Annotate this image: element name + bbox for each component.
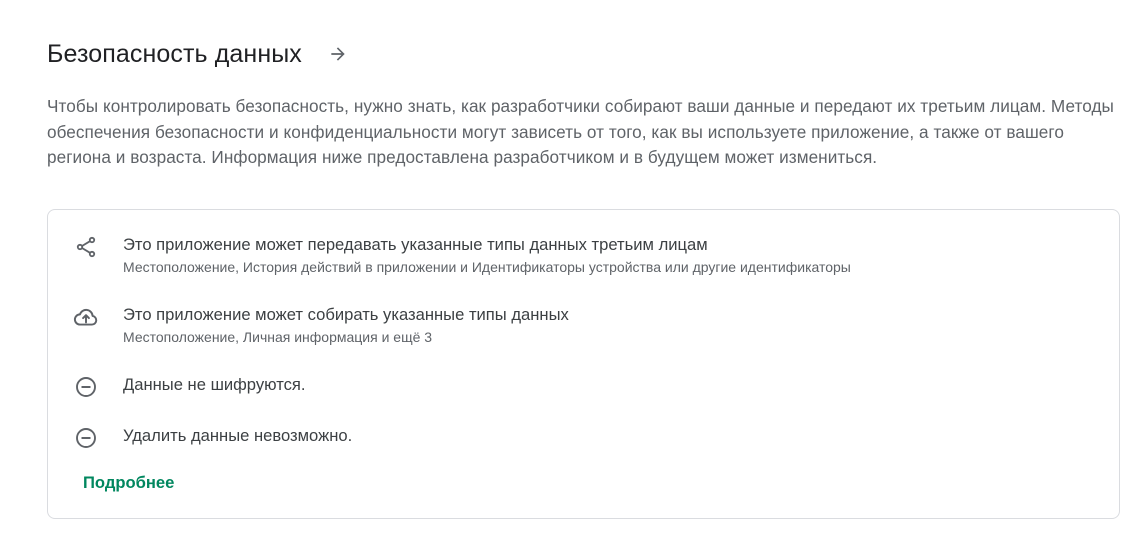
list-item-title: Это приложение может передавать указанны… xyxy=(123,235,708,254)
data-safety-card: Это приложение может передавать указанны… xyxy=(47,209,1120,519)
list-item-subtitle: Местоположение, Личная информация и ещё … xyxy=(123,329,433,345)
share-icon xyxy=(73,234,99,260)
list-item-title: Это приложение может собирать указанные … xyxy=(123,305,569,324)
list-item-text: Данные не шифруются. xyxy=(123,374,306,396)
list-item-data-collection: Это приложение может собирать указанные … xyxy=(73,304,569,347)
list-item-text: Это приложение может передавать указанны… xyxy=(123,234,851,277)
see-details-link[interactable]: Подробнее xyxy=(83,473,174,493)
list-item-text: Это приложение может собирать указанные … xyxy=(123,304,569,347)
arrow-forward-icon[interactable] xyxy=(324,40,352,68)
list-item-text: Удалить данные невозможно. xyxy=(123,425,352,447)
list-item-title: Данные не шифруются. xyxy=(123,375,306,394)
list-item-data-sharing: Это приложение может передавать указанны… xyxy=(73,234,851,277)
list-item-encryption: Данные не шифруются. xyxy=(73,374,306,400)
section-description: Чтобы контролировать безопасность, нужно… xyxy=(47,96,1114,167)
data-safety-section: Безопасность данных Чтобы контролировать… xyxy=(47,36,1122,171)
list-item-subtitle: Местоположение, История действий в прило… xyxy=(123,259,851,275)
section-header: Безопасность данных xyxy=(47,36,1122,72)
minus-circle-icon xyxy=(73,374,99,400)
section-title: Безопасность данных xyxy=(47,39,302,68)
list-item-title: Удалить данные невозможно. xyxy=(123,426,353,445)
cloud-upload-icon xyxy=(73,304,99,330)
minus-circle-icon xyxy=(73,425,99,451)
list-item-deletion: Удалить данные невозможно. xyxy=(73,425,352,451)
